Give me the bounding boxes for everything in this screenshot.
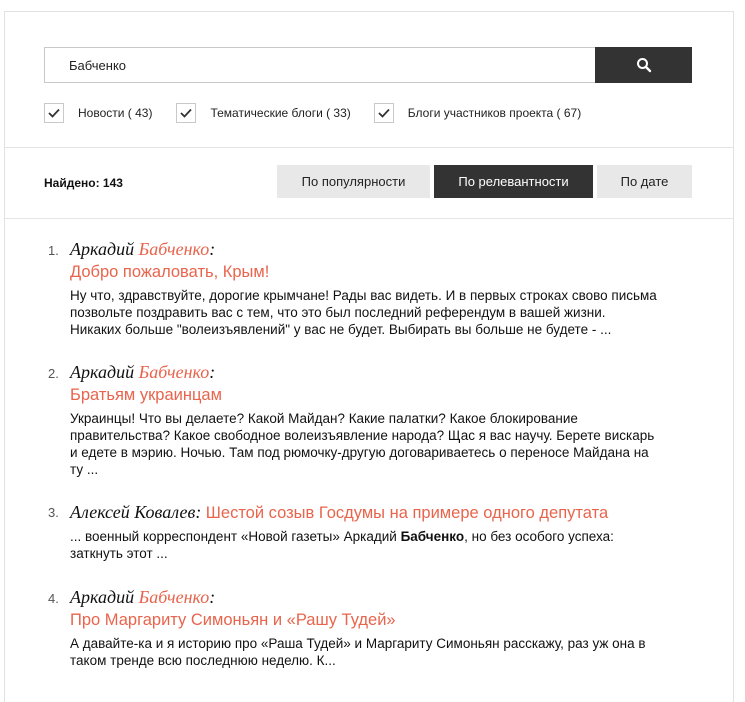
search-input[interactable] <box>44 47 595 83</box>
author-last-name[interactable]: Бабченко <box>139 587 210 607</box>
snippet-line: Никаких больше "волеизъявлений" у вас не… <box>70 322 612 337</box>
search-bar <box>44 47 692 83</box>
checkbox-news[interactable] <box>44 103 64 123</box>
snippet-line: правительства? Какое свободное волеизъяв… <box>70 428 655 443</box>
sort-options: По популярности По релевантности По дате <box>277 165 696 198</box>
result-number: 1. <box>48 243 59 258</box>
checkmark-icon <box>180 108 193 118</box>
snippet-text: ... военный корреспондент «Новой газеты»… <box>70 529 401 544</box>
snippet-line: позвольте поздравить вас с тем, что это … <box>70 305 606 320</box>
result-snippet: Украинцы! Что вы делаете? Какой Майдан? … <box>70 410 700 478</box>
divider <box>5 147 733 148</box>
result-number: 3. <box>48 505 59 520</box>
result-title-link[interactable]: Добро пожаловать, Крым! <box>70 263 269 281</box>
checkmark-icon <box>378 108 390 118</box>
result-snippet: ... военный корреспондент «Новой газеты»… <box>70 528 700 562</box>
divider <box>5 218 733 219</box>
snippet-line: ту ... <box>70 462 99 477</box>
result-snippet: Ну что, здравствуйте, дорогие крымчане! … <box>70 287 700 338</box>
result-title-link[interactable]: Шестой созыв Госдумы на примере одного д… <box>206 504 608 522</box>
result-number: 4. <box>48 591 59 606</box>
result-body: Аркадий Бабченко: Про Маргариту Симоньян… <box>70 587 700 669</box>
filter-news-label: Новости ( 43) <box>78 106 153 120</box>
sort-date-button[interactable]: По дате <box>597 165 692 198</box>
search-icon <box>636 58 651 73</box>
result-title-link[interactable]: Про Маргариту Симоньян и «Рашу Тудей» <box>70 611 396 629</box>
result-number: 2. <box>48 366 59 381</box>
author-first-name: Аркадий <box>70 239 139 259</box>
filter-group: Новости ( 43) Тематические блоги ( 33) Б… <box>44 101 603 125</box>
snippet-line: Ну что, здравствуйте, дорогие крымчане! … <box>70 288 657 303</box>
result-body: Аркадий Бабченко: Добро пожаловать, Крым… <box>70 239 700 338</box>
filter-news[interactable]: Новости ( 43) <box>44 101 152 125</box>
result-author: Аркадий Бабченко: <box>70 587 700 608</box>
author-first-name: Аркадий <box>70 362 139 382</box>
checkbox-thematic-blogs[interactable] <box>176 103 197 123</box>
result-author: Аркадий Бабченко: <box>70 362 700 383</box>
search-button[interactable] <box>595 47 692 83</box>
search-panel: Новости ( 43) Тематические блоги ( 33) Б… <box>4 11 734 702</box>
author-suffix: : <box>209 239 216 259</box>
sort-popularity-button[interactable]: По популярности <box>277 165 430 198</box>
filter-thematic-blogs[interactable]: Тематические блоги ( 33) <box>176 101 351 125</box>
checkbox-member-blogs[interactable] <box>373 103 394 123</box>
filter-member-blogs[interactable]: Блоги участников проекта ( 67) <box>373 101 582 125</box>
author-last-name[interactable]: Бабченко <box>139 239 210 259</box>
result-body: Алексей Ковалев: Шестой созыв Госдумы на… <box>70 501 700 562</box>
filter-member-blogs-label: Блоги участников проекта ( 67) <box>407 106 582 120</box>
author-last-name[interactable]: Бабченко <box>139 362 210 382</box>
author-suffix: : <box>209 587 216 607</box>
snippet-line: Украинцы! Что вы делаете? Какой Майдан? … <box>70 411 578 426</box>
snippet-line: и едете в мэрию. Ночью. Там под рюмочку-… <box>70 445 649 460</box>
author-suffix: : <box>209 362 216 382</box>
filter-thematic-blogs-label: Тематические блоги ( 33) <box>210 106 351 120</box>
snippet-line: А давайте-ка и я историю про «Раша Тудей… <box>70 636 646 651</box>
snippet-text: , но без особого успеха: <box>464 529 614 544</box>
results-count: Найдено: 143 <box>44 176 123 190</box>
snippet-line: заткнуть этот ... <box>70 546 168 561</box>
checkmark-icon <box>48 108 60 118</box>
snippet-highlight: Бабченко <box>400 529 465 544</box>
result-title-link[interactable]: Братьям украинцам <box>70 386 222 404</box>
result-author: Аркадий Бабченко: <box>70 239 700 260</box>
result-snippet: А давайте-ка и я историю про «Раша Тудей… <box>70 635 700 669</box>
sort-relevance-button[interactable]: По релевантности <box>434 165 593 198</box>
snippet-line: таком тренде всю последнюю неделю. К... <box>70 653 336 668</box>
author-first-name: Аркадий <box>70 587 139 607</box>
result-body: Аркадий Бабченко: Братьям украинцам Укра… <box>70 362 700 478</box>
result-author: Алексей Ковалев: <box>70 502 202 522</box>
